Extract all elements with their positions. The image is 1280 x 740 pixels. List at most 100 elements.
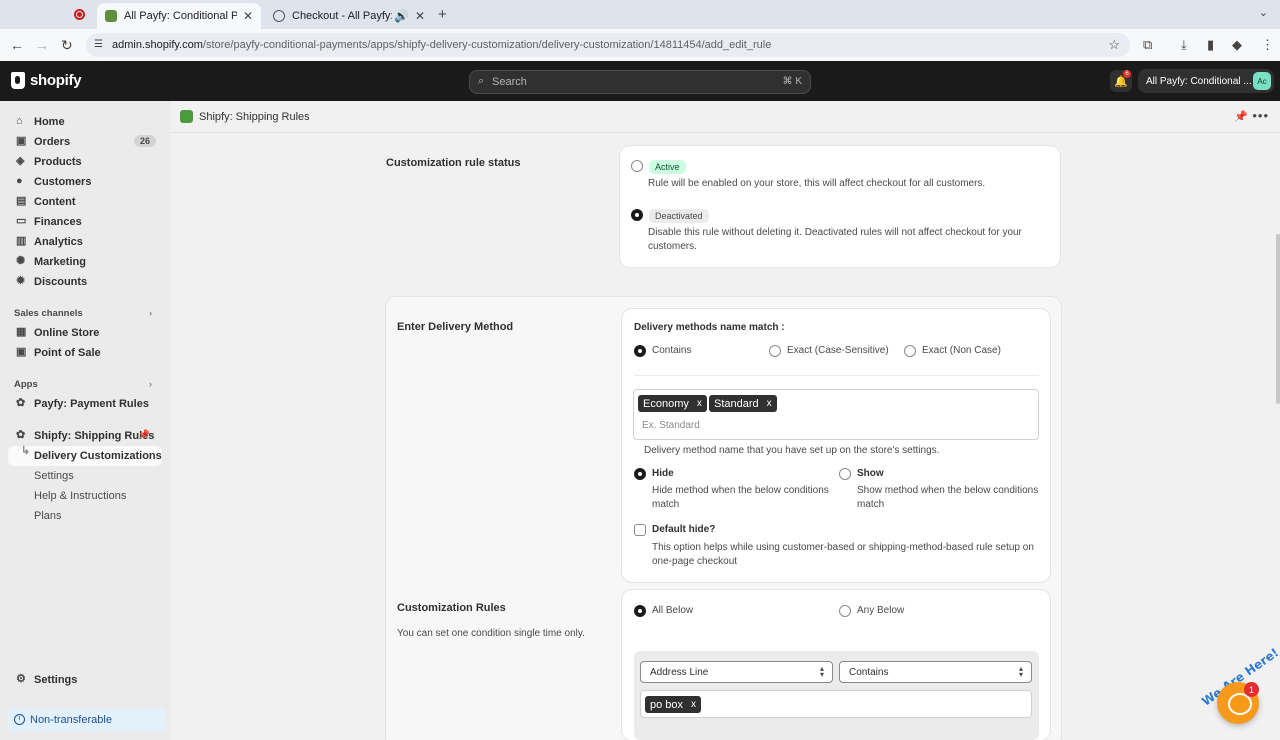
match-exact-case-radio[interactable] [769, 345, 781, 357]
info-icon: i [14, 714, 25, 725]
active-description: Rule will be enabled on your store, this… [648, 178, 986, 189]
sidebar-item-marketing[interactable]: ✺ Marketing [8, 252, 162, 272]
finances-icon: ▭ [16, 215, 27, 227]
sidebar-item-finances[interactable]: ▭ Finances [8, 212, 162, 232]
delivery-method-tag-input[interactable]: Economy x Standard x Ex. Standard [633, 389, 1039, 440]
sidebar-item-analytics[interactable]: ▥ Analytics [8, 232, 162, 252]
sidebar-item-help[interactable]: Help & Instructions [34, 490, 126, 502]
forward-icon[interactable]: → [35, 37, 49, 53]
shopify-logo[interactable]: shopify [11, 72, 82, 89]
remove-tag-icon[interactable]: x [767, 398, 772, 409]
non-transferable-banner[interactable]: i Non-transferable [8, 708, 165, 732]
more-actions-icon[interactable]: ••• [1252, 108, 1269, 123]
side-panel-icon[interactable]: ▮ [1207, 37, 1214, 53]
recording-icon[interactable] [74, 9, 85, 20]
select-arrows-icon: ▴ ▾ [819, 664, 824, 679]
sidebar-item-delivery-customizations[interactable]: ↳ Delivery Customizations [8, 446, 162, 466]
sidebar-item-plans[interactable]: Plans [34, 510, 62, 522]
hide-label: Hide [652, 468, 674, 479]
store-icon: ▦ [16, 326, 27, 338]
shopify-topbar: shopify ⌕ Search ⌘ K 🔔 6 All Payfy: Cond… [0, 61, 1280, 101]
any-below-radio[interactable] [839, 605, 851, 617]
bookmark-star-icon[interactable]: ☆ [1108, 37, 1120, 53]
store-switcher[interactable]: All Payfy: Conditional ... Ac [1138, 69, 1274, 93]
new-tab-icon[interactable]: + [438, 6, 447, 23]
sidebar-item-products[interactable]: ◈ Products [8, 152, 162, 172]
site-info-icon[interactable]: ☰ [94, 39, 103, 50]
extensions-icon[interactable]: ⧉ [1143, 37, 1152, 53]
gear-icon: ⚙ [16, 673, 26, 685]
remove-tag-icon[interactable]: x [697, 398, 702, 409]
app-title: Shipfy: Shipping Rules [199, 111, 310, 123]
close-tab-icon[interactable]: ✕ [415, 9, 425, 23]
sidebar-item-content[interactable]: ▤ Content [8, 192, 162, 212]
profile-icon[interactable]: ◆ [1232, 37, 1242, 53]
select-arrows-icon: ▴ ▾ [1018, 664, 1023, 679]
reload-icon[interactable]: ↻ [61, 37, 73, 54]
browser-toolbar: ← → ↻ ☰ admin.shopify.com/store/payfy-co… [0, 29, 1280, 61]
sales-channels-heading[interactable]: Sales channels › [14, 308, 152, 319]
match-exact-noncase-radio[interactable] [904, 345, 916, 357]
condition-row: Address Line ▴ ▾ Contains ▴ ▾ po box x [634, 651, 1039, 740]
hide-radio[interactable] [634, 468, 646, 480]
tab-search-icon[interactable]: ⌄ [1259, 6, 1268, 19]
condition-field-select[interactable]: Address Line ▴ ▾ [640, 661, 833, 683]
match-contains-label: Contains [652, 345, 692, 356]
sidebar-item-payfy[interactable]: ✿ Payfy: Payment Rules [8, 394, 162, 414]
pin-icon[interactable]: 📌 [1234, 110, 1248, 123]
close-tab-icon[interactable]: ✕ [243, 9, 253, 23]
sidebar-item-settings[interactable]: ⚙ Settings [8, 670, 162, 690]
show-description-cont: match [857, 499, 885, 510]
any-below-label: Any Below [857, 605, 905, 616]
show-radio[interactable] [839, 468, 851, 480]
condition-value-input[interactable]: po box x [640, 690, 1032, 718]
default-hide-label: Default hide? [652, 524, 716, 535]
condition-operator-select[interactable]: Contains ▴ ▾ [839, 661, 1032, 683]
sidebar-item-orders[interactable]: ▣ Orders 26 [8, 132, 162, 152]
customization-rules-heading: Customization Rules [397, 602, 506, 614]
show-label: Show [857, 468, 884, 479]
scrollbar[interactable] [1276, 234, 1280, 404]
chevron-right-icon: › [149, 379, 153, 390]
match-contains-radio[interactable] [634, 345, 646, 357]
sidebar-item-settings-sub[interactable]: Settings [34, 470, 74, 482]
sidebar-item-online-store[interactable]: ▦ Online Store [8, 323, 162, 343]
show-description: Show method when the below conditions [857, 485, 1039, 496]
main-content: Shipfy: Shipping Rules 📌 ••• Customizati… [170, 101, 1280, 740]
active-radio[interactable] [631, 160, 643, 172]
deactivated-description-cont: customers. [648, 241, 697, 252]
sidebar-item-discounts[interactable]: ✹ Discounts [8, 272, 162, 292]
match-exact-case-label: Exact (Case-Sensitive) [787, 345, 889, 356]
search-input[interactable]: ⌕ Search ⌘ K [469, 70, 811, 94]
sidebar-item-shipfy[interactable]: ✿ Shipfy: Shipping Rules 📌 [8, 426, 162, 446]
browser-tab-checkout[interactable]: Checkout - All Payfy: Con 🔊 ✕ [265, 3, 433, 29]
download-icon[interactable]: ⤓ [1181, 37, 1187, 53]
avatar: Ac [1253, 72, 1271, 90]
shipfy-app-icon [180, 110, 193, 123]
remove-tag-icon[interactable]: x [691, 699, 696, 710]
orders-icon: ▣ [16, 135, 27, 147]
sidebar-item-home[interactable]: ⌂ Home [8, 112, 162, 132]
sidebar-item-point-of-sale[interactable]: ▣ Point of Sale [8, 343, 162, 363]
back-icon[interactable]: ← [10, 37, 24, 53]
chevron-right-icon: › [149, 308, 153, 319]
search-shortcut: ⌘ K [782, 76, 802, 87]
audio-icon[interactable]: 🔊 [394, 9, 409, 23]
search-icon: ⌕ [478, 75, 485, 87]
browser-menu-icon[interactable]: ⋮ [1261, 37, 1274, 53]
analytics-icon: ▥ [16, 235, 27, 247]
sidebar-item-customers[interactable]: ● Customers [8, 172, 162, 192]
active-pill: Active [649, 160, 686, 174]
notifications-button[interactable]: 🔔 6 [1110, 70, 1132, 92]
browser-tab-active[interactable]: All Payfy: Conditional Payment ✕ [97, 3, 261, 29]
apps-heading[interactable]: Apps › [14, 379, 152, 390]
all-below-label: All Below [652, 605, 694, 616]
default-hide-description-cont: one-page checkout [652, 556, 738, 567]
pos-icon: ▣ [16, 346, 27, 358]
pin-icon[interactable]: 📌 [132, 429, 156, 442]
default-hide-checkbox[interactable] [634, 524, 646, 536]
deactivated-radio[interactable] [631, 209, 643, 221]
url-bar[interactable]: ☰ admin.shopify.com/store/payfy-conditio… [86, 33, 1130, 57]
all-below-radio[interactable] [634, 605, 646, 617]
shopify-bag-icon [11, 72, 25, 89]
